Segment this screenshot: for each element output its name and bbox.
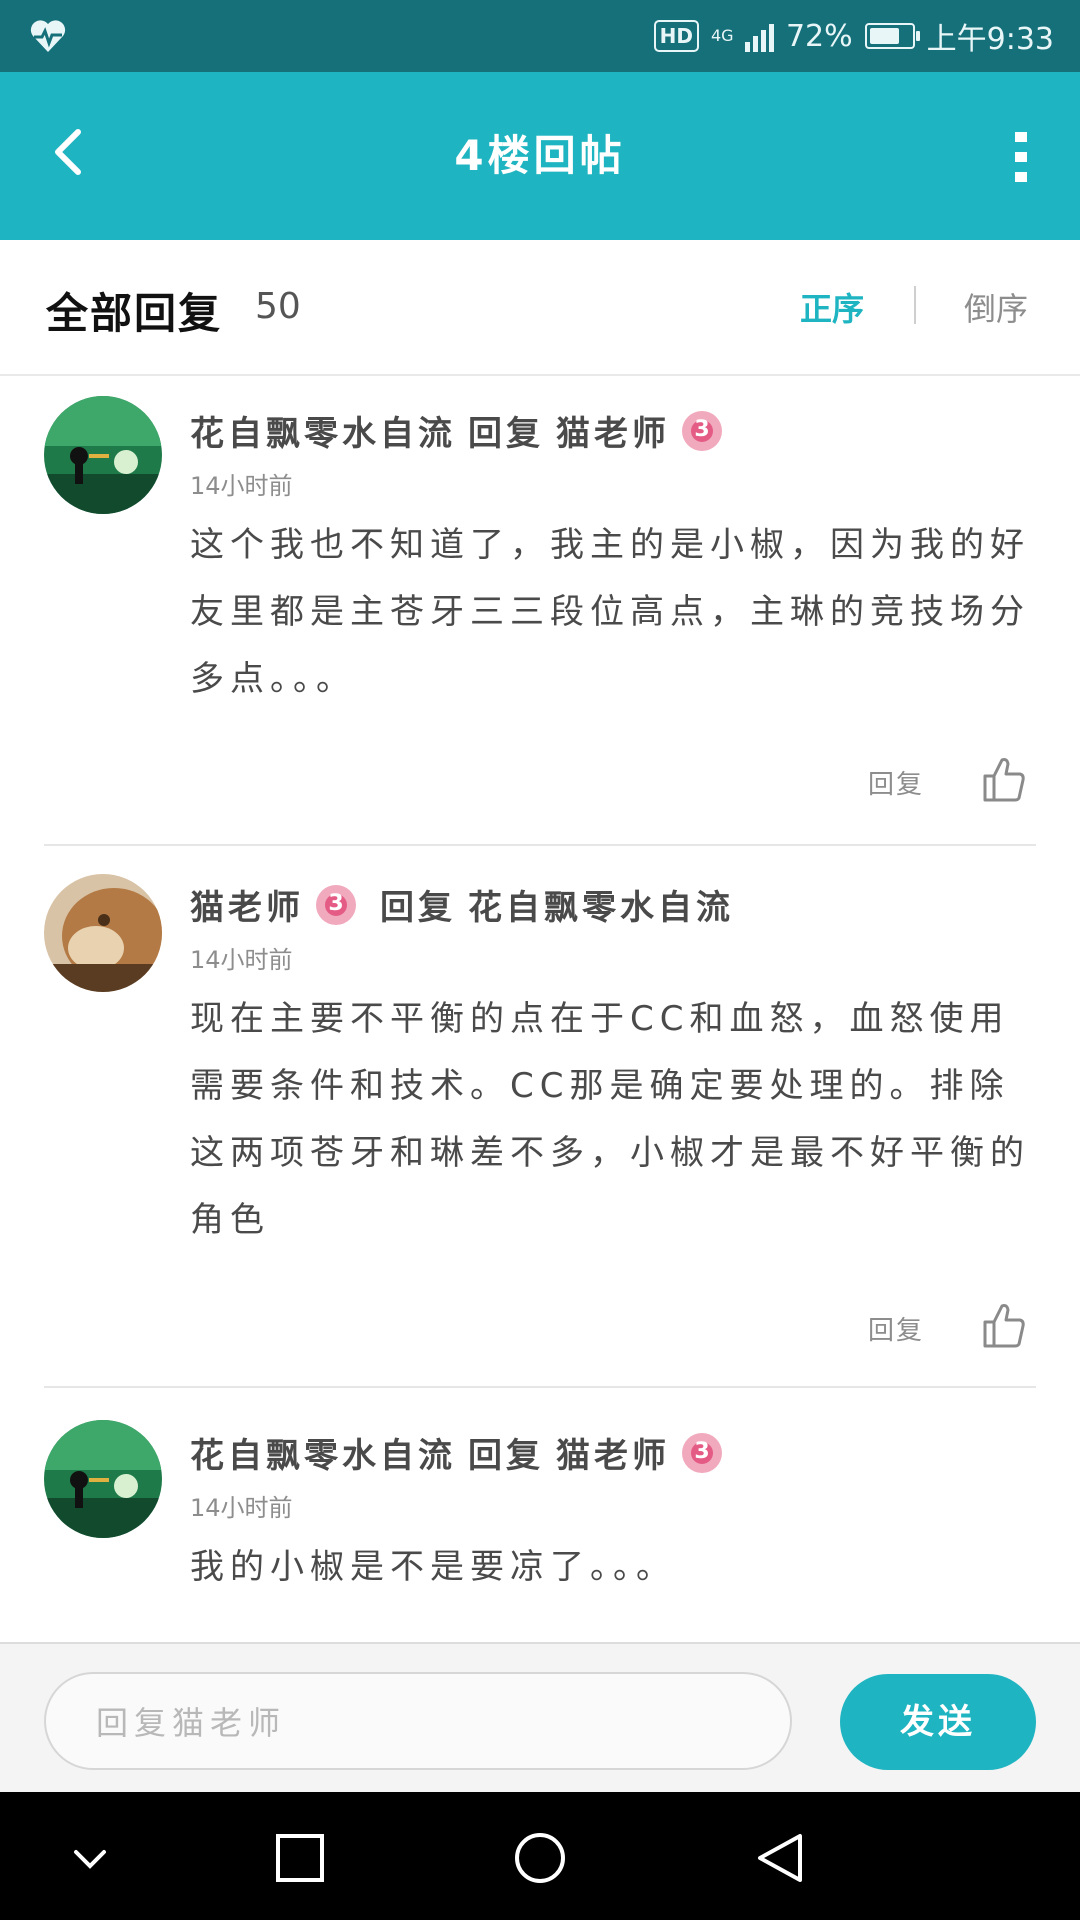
comment-text: 这个我也不知道了，我主的是小椒，因为我的好友里都是主苍牙三三段位高点，主琳的竞技… bbox=[190, 525, 1030, 699]
reply-target[interactable]: 猫老师 bbox=[556, 1428, 670, 1477]
author-name[interactable]: 猫老师 bbox=[190, 880, 304, 929]
reply-word: 回复 bbox=[468, 414, 544, 454]
chevron-down-icon[interactable] bbox=[62, 1830, 118, 1886]
level-badge: 3 bbox=[316, 884, 356, 925]
all-replies-label: 全部回复 bbox=[46, 289, 223, 338]
comment-text: 我的小椒是不是要凉了。。。 bbox=[190, 1547, 676, 1587]
level-badge: 3 bbox=[682, 410, 722, 451]
triangle-back-icon[interactable] bbox=[752, 1830, 808, 1886]
avatar-image bbox=[44, 874, 162, 992]
divider bbox=[44, 1386, 1036, 1388]
page-title: 4楼回帖 bbox=[454, 131, 626, 180]
battery-percent: 72% bbox=[785, 18, 853, 54]
comment-header: 猫老师 3 回复 花自飘零水自流 bbox=[190, 880, 734, 929]
timestamp: 14小时前 bbox=[190, 946, 293, 974]
list-item: 猫老师 3 回复 花自飘零水自流 14小时前 现在主要不平衡的点在于CC和血怒，… bbox=[0, 846, 1080, 1392]
send-button[interactable]: 发送 bbox=[840, 1674, 1036, 1770]
comment-text: 现在主要不平衡的点在于CC和血怒，血怒使用需要条件和技术。CC那是确定要处理的。… bbox=[190, 999, 1030, 1240]
heart-pulse-icon bbox=[30, 20, 66, 52]
reply-button[interactable]: 回复 bbox=[868, 1310, 924, 1347]
status-bar: HD 4G 72% 上午9:33 bbox=[0, 0, 1080, 72]
battery-icon bbox=[864, 23, 920, 49]
avatar[interactable] bbox=[44, 1420, 162, 1538]
avatar[interactable] bbox=[44, 874, 162, 992]
app-bar: 4楼回帖 bbox=[0, 72, 1080, 240]
author-name[interactable]: 花自飘零水自流 bbox=[190, 1428, 456, 1477]
reply-count: 50 bbox=[255, 286, 301, 327]
sort-ascending-button[interactable]: 正序 bbox=[800, 284, 864, 330]
hd-badge: HD bbox=[653, 20, 699, 52]
comment-header: 花自飘零水自流 回复 猫老师 3 bbox=[190, 1428, 722, 1477]
signal-icon bbox=[744, 20, 774, 52]
sort-divider bbox=[914, 286, 916, 324]
reply-target[interactable]: 花自飘零水自流 bbox=[468, 880, 734, 929]
level-badge: 3 bbox=[682, 1432, 722, 1473]
avatar-image bbox=[44, 1420, 162, 1538]
list-item: 花自飘零水自流 回复 猫老师 3 14小时前 我的小椒是不是要凉了。。。 bbox=[0, 1392, 1080, 1640]
avatar[interactable] bbox=[44, 396, 162, 514]
reply-target[interactable]: 猫老师 bbox=[556, 406, 670, 455]
timestamp: 14小时前 bbox=[190, 1494, 293, 1522]
sort-descending-button[interactable]: 倒序 bbox=[964, 284, 1028, 330]
clock: 上午9:33 bbox=[926, 22, 1054, 57]
author-name[interactable]: 花自飘零水自流 bbox=[190, 406, 456, 455]
square-icon[interactable] bbox=[272, 1830, 328, 1886]
replies-header: 全部回复 50 正序 倒序 bbox=[0, 240, 1080, 376]
reply-composer: 回复猫老师 发送 bbox=[0, 1642, 1080, 1794]
circle-icon[interactable] bbox=[512, 1830, 568, 1886]
thumbs-up-icon[interactable] bbox=[982, 756, 1026, 802]
status-right: HD 4G 72% 上午9:33 bbox=[653, 0, 1054, 72]
network-type: 4G bbox=[710, 26, 734, 45]
comment-header: 花自飘零水自流 回复 猫老师 3 bbox=[190, 406, 722, 455]
reply-button[interactable]: 回复 bbox=[868, 764, 924, 801]
list-item: 花自飘零水自流 回复 猫老师 3 14小时前 这个我也不知道了，我主的是小椒，因… bbox=[0, 376, 1080, 846]
more-vertical-icon[interactable] bbox=[1008, 130, 1034, 184]
reply-word: 回复 bbox=[380, 888, 456, 928]
timestamp: 14小时前 bbox=[190, 472, 293, 500]
avatar-image bbox=[44, 396, 162, 514]
reply-input[interactable]: 回复猫老师 bbox=[44, 1672, 792, 1770]
system-nav-bar bbox=[0, 1792, 1080, 1920]
thumbs-up-icon[interactable] bbox=[982, 1302, 1026, 1348]
reply-word: 回复 bbox=[468, 1436, 544, 1476]
